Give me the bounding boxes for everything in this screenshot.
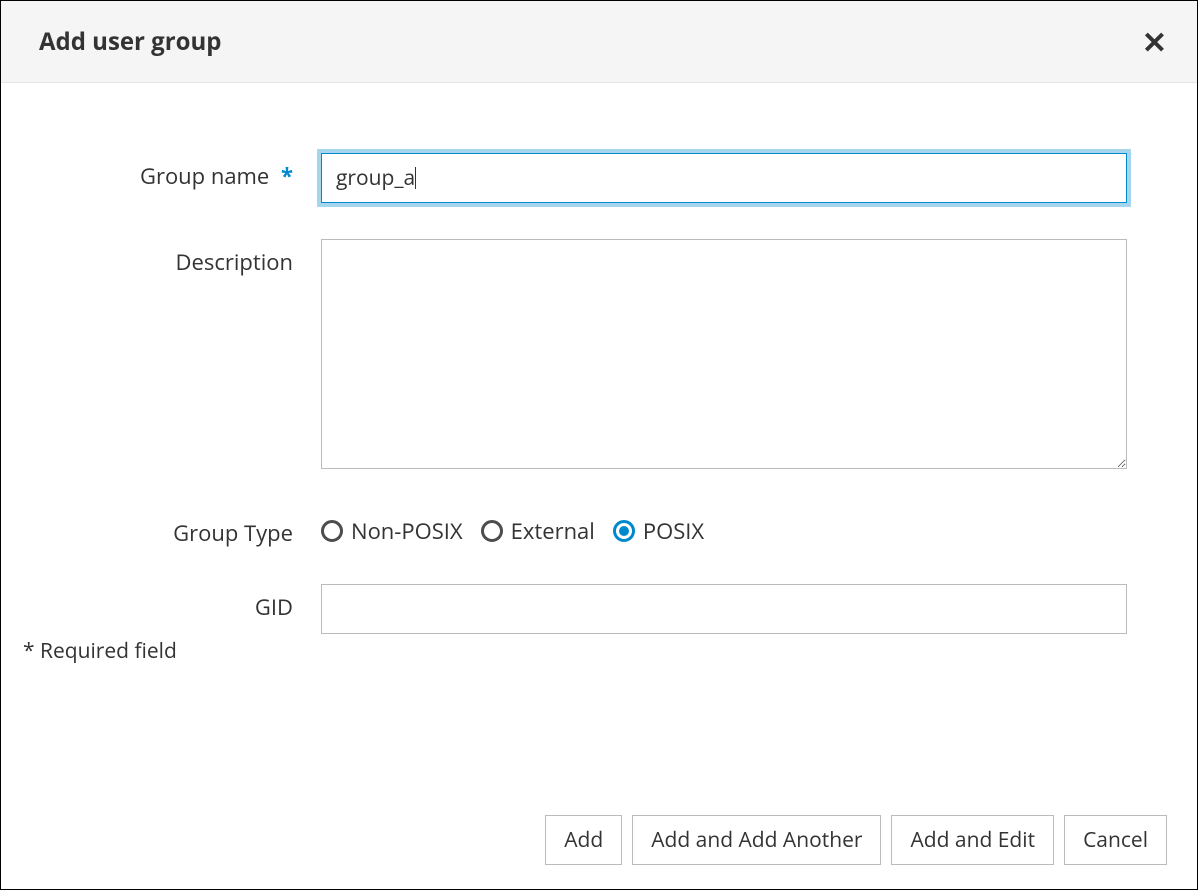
group-name-label: Group name *	[21, 153, 321, 191]
text-cursor-icon	[415, 167, 416, 189]
radio-external-label: External	[511, 516, 595, 546]
dialog-header: Add user group ✕	[1, 1, 1197, 83]
cancel-button[interactable]: Cancel	[1064, 815, 1167, 865]
group-type-radio-group: Non-POSIX External POSIX	[321, 510, 1127, 546]
radio-non-posix[interactable]: Non-POSIX	[321, 516, 463, 546]
radio-non-posix-label: Non-POSIX	[351, 516, 463, 546]
group-name-label-text: Group name	[140, 161, 269, 191]
description-row: Description	[21, 239, 1127, 474]
group-name-row: Group name * group_a	[21, 153, 1127, 203]
add-and-edit-button[interactable]: Add and Edit	[891, 815, 1054, 865]
group-name-input[interactable]: group_a	[321, 153, 1127, 203]
group-type-input-col: Non-POSIX External POSIX	[321, 510, 1127, 546]
gid-input[interactable]	[321, 584, 1127, 634]
gid-label: GID	[21, 584, 321, 622]
add-and-add-another-button[interactable]: Add and Add Another	[632, 815, 881, 865]
radio-circle-icon	[321, 520, 343, 542]
group-type-row: Group Type Non-POSIX External	[21, 510, 1127, 548]
gid-row: GID	[21, 584, 1127, 634]
description-label: Description	[21, 239, 321, 277]
required-field-note: * Required field	[23, 637, 177, 665]
dialog-footer: Add Add and Add Another Add and Edit Can…	[1, 815, 1197, 889]
group-name-input-col: group_a	[321, 153, 1127, 203]
dialog-title: Add user group	[39, 25, 221, 58]
add-user-group-dialog: Add user group ✕ Group name * group_a De…	[0, 0, 1198, 890]
gid-input-col	[321, 584, 1127, 634]
radio-dot-icon	[619, 526, 629, 536]
add-button[interactable]: Add	[545, 815, 622, 865]
dialog-body: Group name * group_a Description Group T…	[1, 83, 1197, 815]
radio-posix[interactable]: POSIX	[613, 516, 704, 546]
radio-posix-label: POSIX	[643, 516, 704, 546]
radio-circle-icon	[481, 520, 503, 542]
required-asterisk-icon: *	[281, 161, 293, 191]
radio-circle-selected-icon	[613, 520, 635, 542]
radio-external[interactable]: External	[481, 516, 595, 546]
description-input[interactable]	[321, 239, 1127, 469]
description-input-col	[321, 239, 1127, 474]
group-name-value: group_a	[336, 164, 415, 192]
group-type-label: Group Type	[21, 510, 321, 548]
close-icon[interactable]: ✕	[1142, 27, 1167, 57]
